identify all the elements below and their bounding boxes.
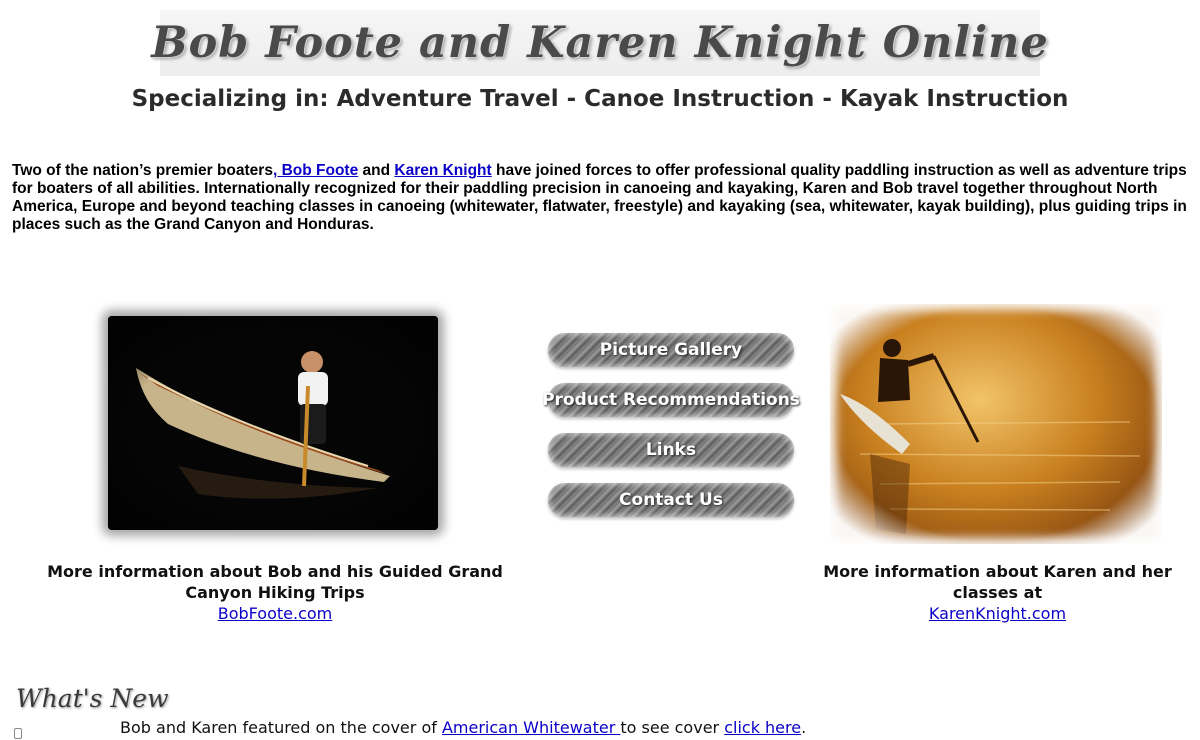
tagline: Specializing in: Adventure Travel - Cano… <box>131 86 1069 112</box>
karen-kayak-illustration <box>830 304 1162 544</box>
news-text-middle: to see cover <box>620 718 725 737</box>
links-button[interactable]: Links <box>548 433 794 467</box>
bob-canoe-photo <box>108 316 438 530</box>
karen-knight-link[interactable]: Karen Knight <box>394 162 491 179</box>
site-banner: Bob Foote and Karen Knight Online <box>151 10 1048 76</box>
bob-foote-link[interactable]: , Bob Foote <box>273 162 358 179</box>
karen-info-caption: More information about Karen and her cla… <box>800 561 1195 624</box>
product-recommendations-button[interactable]: Product Recommendations <box>542 383 800 417</box>
intro-paragraph: Two of the nation’s premier boaters, Bob… <box>12 162 1192 234</box>
click-here-link[interactable]: click here <box>724 718 801 737</box>
intro-text-start: Two of the nation’s premier boaters <box>12 162 273 179</box>
picture-gallery-button[interactable]: Picture Gallery <box>548 333 794 367</box>
contact-us-button[interactable]: Contact Us <box>548 483 794 517</box>
karenknight-com-link[interactable]: KarenKnight.com <box>929 604 1066 623</box>
site-title: Bob Foote and Karen Knight Online <box>151 18 1049 68</box>
karen-caption-text: More information about Karen and her cla… <box>823 562 1172 602</box>
bob-canoe-illustration <box>108 316 438 530</box>
intro-and: and <box>358 162 395 179</box>
news-text-start: Bob and Karen featured on the cover of <box>120 718 442 737</box>
news-text-end: . <box>801 718 807 737</box>
american-whitewater-link[interactable]: American Whitewater <box>442 718 620 737</box>
bobfoote-com-link[interactable]: BobFoote.com <box>218 604 333 623</box>
bob-caption-text: More information about Bob and his Guide… <box>47 562 503 602</box>
karen-kayak-photo <box>830 304 1162 544</box>
whats-new-heading: What's New <box>16 684 169 713</box>
scroll-marker-icon <box>14 728 22 739</box>
bob-info-caption: More information about Bob and his Guide… <box>30 561 520 624</box>
whats-new-item: Bob and Karen featured on the cover of A… <box>120 718 806 737</box>
